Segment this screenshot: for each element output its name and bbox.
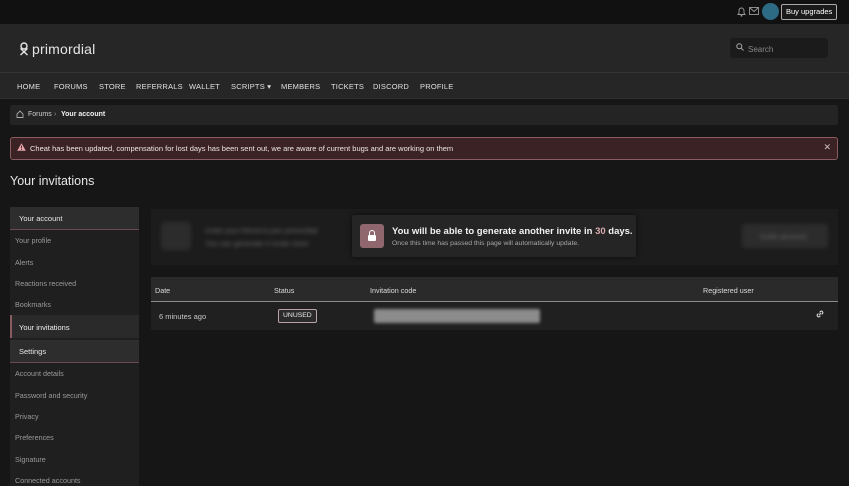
- user-avatar[interactable]: [762, 3, 779, 20]
- chevron-right-icon: ›: [54, 111, 57, 118]
- cooldown-days: 30: [595, 226, 606, 237]
- sidebar-header-account: Your account: [10, 207, 139, 230]
- breadcrumb: Forums › Your account: [10, 105, 838, 125]
- search-box[interactable]: [730, 38, 828, 58]
- nav-scripts[interactable]: SCRIPTS ▾: [231, 82, 271, 91]
- cooldown-subtext: Once this time has passed this page will…: [392, 240, 580, 247]
- sidebar-item-password[interactable]: Password and security: [15, 391, 87, 400]
- sidebar-item-reactions[interactable]: Reactions received: [15, 279, 76, 288]
- invite-line-2: You can generate 0 invite more: [205, 239, 309, 248]
- nav-discord[interactable]: DISCORD: [373, 82, 409, 91]
- sidebar-item-privacy[interactable]: Privacy: [15, 412, 39, 421]
- invitation-code-redacted[interactable]: [374, 309, 540, 323]
- nav-referrals[interactable]: REFERRALS: [136, 82, 183, 91]
- sidebar-header-settings: Settings: [10, 340, 139, 363]
- sidebar-item-signature[interactable]: Signature: [15, 455, 46, 464]
- sidebar-item-connected-accounts[interactable]: Connected accounts: [15, 476, 81, 485]
- sidebar-item-profile[interactable]: Your profile: [15, 236, 51, 245]
- invite-cooldown-message: You will be able to generate another inv…: [352, 215, 636, 257]
- bell-icon[interactable]: [736, 7, 746, 17]
- mail-icon[interactable]: [749, 7, 759, 17]
- lock-icon: [360, 224, 384, 248]
- sidebar-item-bookmarks[interactable]: Bookmarks: [15, 300, 51, 309]
- row-date: 6 minutes ago: [159, 312, 207, 321]
- nav-profile[interactable]: PROFILE: [420, 82, 454, 91]
- close-icon[interactable]: ✕: [823, 142, 831, 153]
- logo-text: primordial: [32, 41, 96, 57]
- nav-tickets[interactable]: TICKETS: [331, 82, 364, 91]
- warning-icon: [17, 143, 26, 153]
- invite-account-button[interactable]: Invite account: [742, 224, 828, 248]
- cooldown-title: You will be able to generate another inv…: [392, 226, 633, 237]
- column-status: Status: [274, 286, 295, 295]
- status-badge: UNUSED: [278, 309, 317, 323]
- column-registered-user: Registered user: [703, 286, 754, 295]
- sidebar-item-invitations[interactable]: Your invitations: [10, 315, 139, 338]
- sidebar-item-alerts[interactable]: Alerts: [15, 258, 33, 267]
- invite-line-1: Invite your friend to join primordial: [205, 226, 318, 235]
- home-icon[interactable]: [16, 110, 24, 120]
- column-date: Date: [155, 286, 171, 295]
- breadcrumb-current[interactable]: Your account: [61, 111, 105, 118]
- page-title: Your invitations: [10, 174, 95, 188]
- notice-banner: Cheat has been updated, compensation for…: [10, 137, 838, 160]
- link-icon[interactable]: [815, 309, 825, 322]
- sidebar-item-account-details[interactable]: Account details: [15, 369, 64, 378]
- logo-icon: [19, 42, 29, 56]
- site-header: primordial: [0, 24, 849, 73]
- nav-wallet[interactable]: WALLET: [189, 82, 220, 91]
- top-bar: Buy upgrades: [0, 0, 849, 24]
- account-sidebar: Your account Your profile Alerts Reactio…: [10, 207, 139, 486]
- invite-icon: [161, 222, 191, 250]
- sidebar-item-preferences[interactable]: Preferences: [15, 433, 54, 442]
- table-header: Date Status Invitation code Registered u…: [151, 277, 838, 302]
- nav-store[interactable]: STORE: [99, 82, 126, 91]
- main-nav: HOME FORUMS STORE REFERRALS WALLET SCRIP…: [0, 73, 849, 99]
- search-icon: [736, 43, 744, 53]
- invitations-table: Date Status Invitation code Registered u…: [151, 277, 838, 330]
- site-logo[interactable]: primordial: [19, 41, 95, 57]
- notice-text: Cheat has been updated, compensation for…: [30, 144, 454, 153]
- search-input[interactable]: [746, 41, 826, 57]
- nav-forums[interactable]: FORUMS: [54, 82, 88, 91]
- table-row: 6 minutes ago UNUSED: [151, 302, 838, 330]
- buy-upgrades-button[interactable]: Buy upgrades: [781, 4, 838, 20]
- nav-members[interactable]: MEMBERS: [281, 82, 320, 91]
- column-invitation-code: Invitation code: [370, 286, 417, 295]
- nav-home[interactable]: HOME: [17, 82, 40, 91]
- breadcrumb-forums[interactable]: Forums: [28, 111, 52, 118]
